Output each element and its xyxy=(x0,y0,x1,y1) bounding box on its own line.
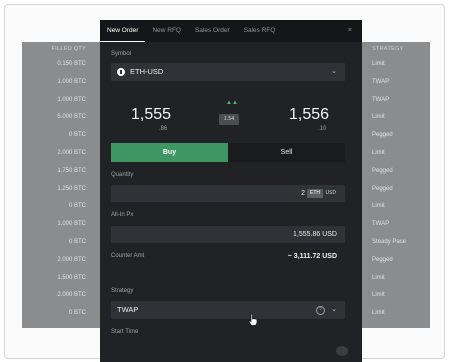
strategy-header: STRATEGY xyxy=(372,46,404,52)
spread-up-icon: ▲▲ xyxy=(226,100,238,106)
counter-amt-label: Counter Amt xyxy=(111,253,145,259)
start-time-label: Start Time xyxy=(111,329,139,335)
table-row: 2.000 BTC xyxy=(57,256,86,263)
quantity-value: 2 xyxy=(301,190,305,197)
table-row: Limit xyxy=(372,149,385,156)
table-row: TWAP xyxy=(372,78,390,85)
ccy-eth-toggle[interactable]: ETH xyxy=(307,189,323,198)
bid-price[interactable]: 1,555 xyxy=(131,106,171,124)
tab-sales-order[interactable]: Sales Order xyxy=(188,20,237,42)
hand-cursor-icon xyxy=(248,313,258,326)
ask-price-decimals: .10 xyxy=(318,126,327,132)
order-ticket-panel: New Order New RFQ Sales Order Sales RFQ … xyxy=(100,20,362,362)
table-row: Limit xyxy=(372,274,385,281)
table-row: 1.000 BTC xyxy=(57,78,86,85)
table-row: 1.000 BTC xyxy=(57,96,86,103)
table-row: Limit xyxy=(372,310,385,317)
close-icon[interactable]: × xyxy=(348,20,352,42)
symbol-label: Symbol xyxy=(111,51,132,57)
order-tabs: New Order New RFQ Sales Order Sales RFQ … xyxy=(100,20,362,42)
table-row: 1.750 BTC xyxy=(57,167,86,174)
counter-amt-row: Counter Amt ~ 3,111.72 USD xyxy=(111,248,345,265)
table-row: 1.250 BTC xyxy=(57,185,86,192)
tab-new-order[interactable]: New Order xyxy=(100,20,146,42)
tab-new-rfq[interactable]: New RFQ xyxy=(145,20,188,42)
ccy-usd-toggle[interactable]: USD xyxy=(322,189,339,198)
sell-button[interactable]: Sell xyxy=(228,143,345,162)
table-row: Limit xyxy=(372,292,385,299)
table-row: Pegged xyxy=(372,132,393,139)
help-icon[interactable]: ? xyxy=(316,306,325,315)
table-row: Steady Pace xyxy=(372,238,407,245)
bid-price-decimals: .86 xyxy=(159,126,168,132)
table-row: 2.000 BTC xyxy=(57,292,86,299)
table-row: 0 BTC xyxy=(68,310,86,317)
symbol-value: ETH-USD xyxy=(130,67,164,76)
quantity-label: Quantity xyxy=(111,172,134,178)
table-row: 1.000 BTC xyxy=(57,221,86,228)
filled-qty-header: FILLED QTY xyxy=(51,46,86,52)
chevron-down-icon: ⌄ xyxy=(331,306,337,313)
table-row: Limit xyxy=(372,203,385,210)
start-time-control[interactable] xyxy=(336,346,348,356)
table-row: TWAP xyxy=(372,96,390,103)
table-row: Limit xyxy=(372,61,385,67)
chevron-down-icon: ⌄ xyxy=(331,68,337,75)
eth-icon xyxy=(117,68,125,76)
symbol-select[interactable]: ETH-USD ⌄ xyxy=(111,63,345,81)
table-row: 0 BTC xyxy=(68,238,86,245)
ask-price[interactable]: 1,556 xyxy=(289,106,329,124)
strategy-select[interactable]: TWAP ? ⌄ xyxy=(111,301,345,319)
table-row: Pegged xyxy=(372,256,393,263)
tab-sales-rfq[interactable]: Sales RFQ xyxy=(237,20,283,42)
strategy-value: TWAP xyxy=(117,305,139,314)
counter-amt-value: ~ 3,111.72 USD xyxy=(287,253,337,260)
table-row: 0 BTC xyxy=(68,132,86,139)
strategy-label: Strategy xyxy=(111,288,134,294)
all-in-px-value: 1,555.86 USD xyxy=(293,231,337,238)
table-row: 0 BTC xyxy=(68,203,86,210)
all-in-px-label: All-In Px xyxy=(111,212,134,218)
strategy-column: STRATEGY Limit TWAP TWAP Limit Pegged Li… xyxy=(362,42,430,328)
spread-badge: 1.54 xyxy=(219,114,239,125)
table-row: 0.150 BTC xyxy=(57,61,86,67)
table-row: 1.500 BTC xyxy=(57,274,86,281)
table-row: TWAP xyxy=(372,221,390,228)
all-in-px-field: 1,555.86 USD xyxy=(111,226,345,243)
table-row: Pegged xyxy=(372,185,393,192)
table-row: Pegged xyxy=(372,167,393,174)
table-row: Limit xyxy=(372,114,385,121)
table-row: 5.000 BTC xyxy=(57,114,86,121)
buy-button[interactable]: Buy xyxy=(111,143,228,162)
table-row: 2.000 BTC xyxy=(57,149,86,156)
filled-qty-column: FILLED QTY 0.150 BTC 1.000 BTC 1.000 BTC… xyxy=(22,42,100,328)
quantity-input[interactable]: 2 ETH USD xyxy=(111,185,345,202)
